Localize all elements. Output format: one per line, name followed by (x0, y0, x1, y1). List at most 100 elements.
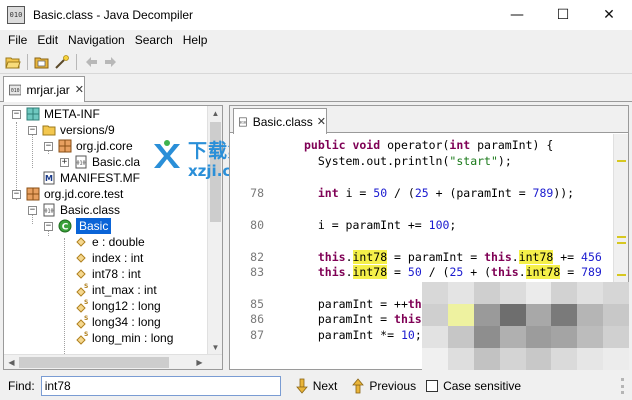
maximize-button[interactable]: ☐ (540, 0, 586, 30)
wand-button[interactable] (52, 52, 72, 72)
scroll-thumb[interactable] (19, 357, 169, 368)
tree-label: e : double (92, 235, 145, 249)
case-sensitive-checkbox[interactable] (426, 380, 439, 392)
tree-node-member[interactable]: S int_max : int (74, 282, 157, 298)
watermark-logo-icon (154, 140, 180, 168)
tree-node-basic-cla[interactable]: 010 Basic.cla (74, 154, 140, 170)
menu-search[interactable]: Search (130, 33, 178, 47)
wand-icon (55, 54, 69, 69)
open-file-button[interactable] (3, 52, 23, 72)
tree-connector (32, 130, 33, 168)
tree-node-org-jd-core[interactable]: org.jd.core (58, 138, 133, 154)
find-next-button[interactable]: Next (295, 378, 338, 394)
field-icon (76, 237, 86, 247)
tab-mrjar[interactable]: 010 mrjar.jar ✕ (3, 76, 85, 102)
code-line: 82 this.int78 = paramInt = this.int78 +=… (250, 250, 602, 264)
tree-label: Basic.cla (92, 155, 141, 169)
svg-text:010: 010 (76, 161, 85, 167)
redacted-mosaic (422, 282, 629, 370)
search-hit-marker[interactable] (617, 274, 626, 276)
expand-toggle[interactable]: + (60, 158, 69, 167)
window-title: Basic.class - Java Decompiler (33, 8, 194, 22)
tree-node-member[interactable]: S long12 : long (74, 298, 161, 314)
tree-node-member[interactable]: e : double (74, 234, 145, 250)
class-file-icon: 010 (239, 116, 247, 127)
expand-toggle[interactable]: − (28, 206, 37, 215)
tree-label: int78 : int (92, 267, 141, 281)
tree-node-org-jd-core-test[interactable]: org.jd.core.test (26, 186, 123, 202)
tab-label: mrjar.jar (26, 82, 70, 97)
scroll-right-icon[interactable]: ▶ (192, 355, 207, 369)
tree-label: long34 : long (92, 315, 161, 329)
find-input[interactable]: int78 (40, 376, 281, 396)
toolbar-separator (76, 53, 77, 70)
minimize-button[interactable]: — (494, 0, 540, 30)
tree-label: int_max : int (92, 283, 157, 297)
code-tab-strip: 010 Basic.class ✕ (230, 106, 628, 134)
tree-horizontal-scrollbar[interactable]: ◀ ▶ (4, 354, 222, 369)
tab-close-icon[interactable]: ✕ (75, 83, 84, 96)
scroll-down-icon[interactable]: ▼ (208, 340, 222, 355)
class-file-icon: 010 (43, 203, 55, 217)
find-label: Find: (8, 379, 35, 393)
open-file-icon (5, 57, 21, 68)
tree-node-member[interactable]: S long_min : long (74, 330, 173, 346)
close-button[interactable]: ✕ (586, 0, 632, 30)
svg-text:S: S (84, 299, 88, 306)
down-arrow-icon (295, 378, 308, 394)
find-previous-button[interactable]: Previous (351, 378, 416, 394)
find-next-label: Next (312, 379, 338, 393)
package-icon (26, 107, 40, 121)
svg-text:010: 010 (44, 209, 53, 215)
code-line: 78 int i = 50 / (25 + (paramInt = 789)); (250, 186, 575, 200)
menu-bar: File Edit Navigation Search Help (0, 30, 632, 50)
svg-text:010: 010 (11, 88, 20, 94)
tab-label: Basic.class (252, 114, 313, 129)
tab-close-icon[interactable]: ✕ (317, 115, 326, 128)
tree-label: META-INF (44, 107, 100, 121)
tree-node-manifest[interactable]: M MANIFEST.MF (42, 170, 140, 186)
jar-icon: 010 (9, 84, 22, 95)
expand-toggle[interactable]: − (12, 190, 21, 199)
search-hit-marker[interactable] (617, 160, 626, 162)
static-field-icon: S (76, 331, 88, 345)
case-sensitive-label: Case sensitive (443, 379, 522, 393)
menu-navigation[interactable]: Navigation (63, 33, 130, 47)
title-bar: 010 Basic.class - Java Decompiler — ☐ ✕ (0, 0, 632, 30)
back-button[interactable] (81, 52, 101, 72)
forward-button[interactable] (101, 52, 121, 72)
svg-text:S: S (84, 283, 88, 290)
expand-toggle[interactable]: − (44, 142, 53, 151)
expand-toggle[interactable]: − (12, 110, 21, 119)
tree-label: MANIFEST.MF (60, 171, 140, 185)
expand-toggle[interactable]: − (44, 222, 53, 231)
tree-node-member[interactable]: S long34 : long (74, 314, 161, 330)
scroll-left-icon[interactable]: ◀ (4, 355, 19, 369)
tree-node-basic[interactable]: C Basic (58, 218, 112, 234)
menu-edit[interactable]: Edit (32, 33, 63, 47)
svg-text:S: S (84, 331, 88, 338)
menu-help[interactable]: Help (178, 33, 213, 47)
up-arrow-icon (352, 378, 365, 394)
tree-node-member[interactable]: index : int (74, 250, 143, 266)
open-folder-icon (34, 57, 49, 68)
open-folder-button[interactable] (32, 52, 52, 72)
search-hit-marker[interactable] (617, 242, 626, 244)
tree-label-selected: Basic (76, 218, 112, 234)
code-line: System.out.println("start"); (317, 154, 512, 168)
expand-toggle[interactable]: − (28, 126, 37, 135)
tree-node-basic-class[interactable]: 010 Basic.class (42, 202, 120, 218)
toolbar-separator (27, 53, 28, 70)
static-field-icon: S (76, 283, 88, 297)
tree-label: org.jd.core (76, 139, 133, 153)
tree-node-meta-inf[interactable]: META-INF (26, 106, 100, 122)
search-hit-marker[interactable] (617, 236, 626, 238)
toolbar (0, 50, 632, 74)
menu-file[interactable]: File (3, 33, 32, 47)
tab-basic-class[interactable]: 010 Basic.class ✕ (233, 108, 327, 134)
scroll-up-icon[interactable]: ▲ (208, 106, 222, 121)
field-icon (76, 269, 86, 279)
tree-node-versions[interactable]: versions/9 (42, 122, 115, 138)
resize-grip[interactable] (621, 378, 624, 394)
tree-node-member[interactable]: int78 : int (74, 266, 141, 282)
